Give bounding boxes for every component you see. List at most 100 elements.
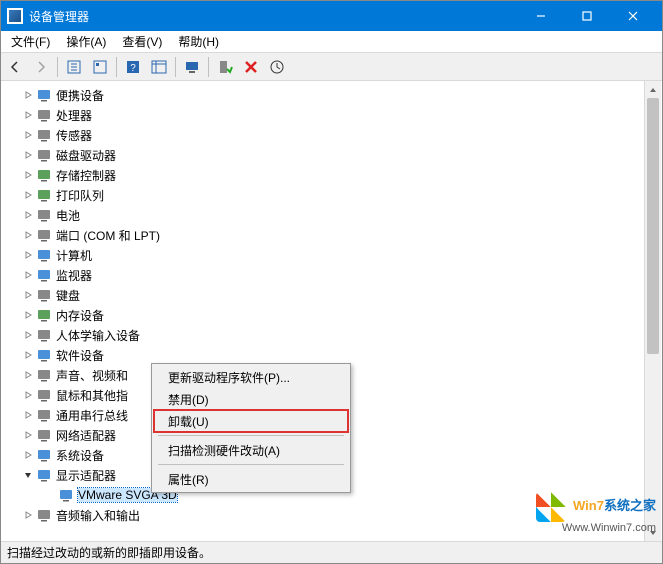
device-category-icon (36, 167, 52, 183)
chevron-right-icon[interactable] (20, 507, 36, 523)
tree-node-label: 端口 (COM 和 LPT) (56, 227, 160, 244)
device-category-icon (36, 107, 52, 123)
tree-node[interactable]: 传感器 (4, 125, 642, 145)
device-category-icon (36, 447, 52, 463)
cm-separator (158, 464, 344, 465)
tree-node[interactable]: 音频输入和输出 (4, 505, 642, 525)
cm-properties[interactable]: 属性(R) (154, 468, 348, 490)
forward-button[interactable] (29, 55, 53, 79)
back-button[interactable] (3, 55, 27, 79)
tree-node-label: 人体学输入设备 (56, 327, 140, 344)
tree-node-label: 显示适配器 (56, 467, 116, 484)
chevron-right-icon[interactable] (20, 87, 36, 103)
cm-uninstall[interactable]: 卸载(U) (154, 410, 348, 432)
device-category-icon (36, 367, 52, 383)
update-driver-button[interactable] (180, 55, 204, 79)
tree-node[interactable]: 磁盘驱动器 (4, 145, 642, 165)
device-category-icon (36, 187, 52, 203)
tree-node[interactable]: 监视器 (4, 265, 642, 285)
properties-button[interactable] (88, 55, 112, 79)
tree-node[interactable]: 存储控制器 (4, 165, 642, 185)
help-button[interactable]: ? (121, 55, 145, 79)
tree-node[interactable]: 人体学输入设备 (4, 325, 642, 345)
chevron-right-icon[interactable] (20, 447, 36, 463)
cm-update-driver[interactable]: 更新驱动程序软件(P)... (154, 366, 348, 388)
disable-device-button[interactable] (239, 55, 263, 79)
tree-node-label: 鼠标和其他指 (56, 387, 128, 404)
menu-file[interactable]: 文件(F) (3, 31, 58, 52)
chevron-right-icon[interactable] (20, 167, 36, 183)
tree-node[interactable]: 电池 (4, 205, 642, 225)
tree-node[interactable]: 内存设备 (4, 305, 642, 325)
device-category-icon (36, 287, 52, 303)
device-category-icon (36, 227, 52, 243)
cm-separator (158, 435, 344, 436)
chevron-right-icon[interactable] (20, 107, 36, 123)
tree-node-label: 声音、视频和 (56, 367, 128, 384)
device-category-icon (36, 207, 52, 223)
chevron-right-icon[interactable] (20, 147, 36, 163)
chevron-right-icon[interactable] (20, 427, 36, 443)
chevron-right-icon[interactable] (20, 207, 36, 223)
tree-node-label: 传感器 (56, 127, 92, 144)
tree-node[interactable]: 打印队列 (4, 185, 642, 205)
scroll-thumb[interactable] (647, 98, 659, 354)
app-icon (7, 8, 23, 24)
tree-node-label: 监视器 (56, 267, 92, 284)
chevron-right-icon[interactable] (20, 127, 36, 143)
cm-scan[interactable]: 扫描检测硬件改动(A) (154, 439, 348, 461)
tree-node[interactable]: 处理器 (4, 105, 642, 125)
chevron-right-icon[interactable] (20, 287, 36, 303)
cm-disable[interactable]: 禁用(D) (154, 388, 348, 410)
tree-node-label: 电池 (56, 207, 80, 224)
scroll-track[interactable] (645, 98, 661, 524)
device-category-icon (36, 407, 52, 423)
tree-node-label: 打印队列 (56, 187, 104, 204)
context-menu: 更新驱动程序软件(P)... 禁用(D) 卸载(U) 扫描检测硬件改动(A) 属… (151, 363, 351, 493)
chevron-right-icon[interactable] (20, 347, 36, 363)
tree-node-label: 音频输入和输出 (56, 507, 140, 524)
device-category-icon (36, 147, 52, 163)
menu-bar: 文件(F) 操作(A) 查看(V) 帮助(H) (1, 31, 662, 53)
chevron-right-icon[interactable] (20, 247, 36, 263)
device-category-icon (36, 467, 52, 483)
menu-view[interactable]: 查看(V) (114, 31, 170, 52)
chevron-right-icon[interactable] (20, 387, 36, 403)
chevron-right-icon[interactable] (20, 367, 36, 383)
details-button[interactable] (147, 55, 171, 79)
minimize-button[interactable] (518, 1, 564, 31)
close-button[interactable] (610, 1, 656, 31)
tree-node-label: 内存设备 (56, 307, 104, 324)
tree-node-label: 通用串行总线 (56, 407, 128, 424)
tree-node-label: 软件设备 (56, 347, 104, 364)
scroll-down-button[interactable] (645, 524, 661, 541)
chevron-right-icon[interactable] (20, 327, 36, 343)
tree-node-label: 网络适配器 (56, 427, 116, 444)
device-category-icon (36, 507, 52, 523)
chevron-right-icon[interactable] (20, 227, 36, 243)
chevron-right-icon[interactable] (20, 187, 36, 203)
enable-device-button[interactable] (213, 55, 237, 79)
tree-node[interactable]: 软件设备 (4, 345, 642, 365)
maximize-button[interactable] (564, 1, 610, 31)
tree-node-label: 便携设备 (56, 87, 104, 104)
scan-hardware-button[interactable] (265, 55, 289, 79)
chevron-right-icon[interactable] (20, 267, 36, 283)
tree-node[interactable]: 键盘 (4, 285, 642, 305)
chevron-down-icon[interactable] (20, 467, 36, 483)
toolbar-separator (208, 57, 209, 77)
chevron-right-icon[interactable] (20, 307, 36, 323)
vertical-scrollbar[interactable] (644, 81, 661, 541)
show-hide-tree-button[interactable] (62, 55, 86, 79)
device-category-icon (36, 267, 52, 283)
menu-action[interactable]: 操作(A) (58, 31, 114, 52)
tree-node[interactable]: 端口 (COM 和 LPT) (4, 225, 642, 245)
window-title: 设备管理器 (29, 8, 518, 25)
chevron-right-icon[interactable] (20, 407, 36, 423)
tree-node-label: 计算机 (56, 247, 92, 264)
tree-node[interactable]: 计算机 (4, 245, 642, 265)
tree-node[interactable]: 便携设备 (4, 85, 642, 105)
title-bar: 设备管理器 (1, 1, 662, 31)
scroll-up-button[interactable] (645, 81, 661, 98)
menu-help[interactable]: 帮助(H) (170, 31, 227, 52)
